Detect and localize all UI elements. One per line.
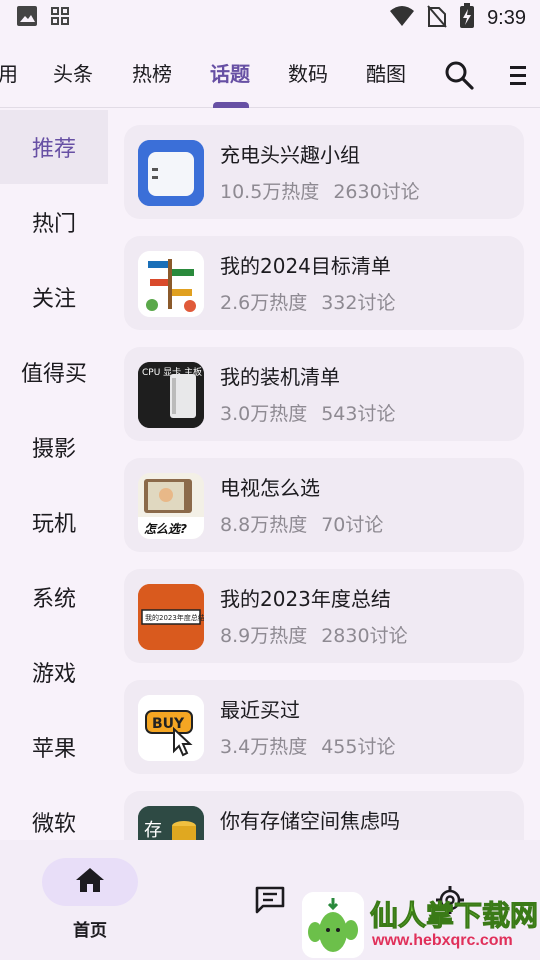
topic-list: 充电头兴趣小组 10.5万热度 2630讨论 我的2024目标清单 2.6万热度 3… <box>108 110 540 840</box>
wifi-icon <box>389 5 415 31</box>
topic-title: 最近买过 <box>220 698 300 722</box>
sidebar-item-photography[interactable]: 摄影 <box>0 410 108 484</box>
svg-text:存: 存 <box>144 820 162 840</box>
topic-stats: 10.5万热度 2630讨论 <box>220 181 420 203</box>
sidebar-item-games[interactable]: 游戏 <box>0 635 108 709</box>
topic-title: 充电头兴趣小组 <box>220 143 360 167</box>
topic-stats: 8.8万热度 70讨论 <box>220 514 384 536</box>
topic-title: 电视怎么选 <box>220 476 320 500</box>
sidebar-item-system[interactable]: 系统 <box>0 560 108 634</box>
tab-partial[interactable]: 用 <box>0 56 18 92</box>
topic-card[interactable]: 怎么选? 电视怎么选 8.8万热度 70讨论 <box>124 458 524 552</box>
topic-stats: 8.9万热度 2830讨论 <box>220 625 408 647</box>
cactus-logo-icon <box>302 892 364 958</box>
sidebar-item-popular[interactable]: 热门 <box>0 185 108 259</box>
message-icon[interactable] <box>254 884 286 916</box>
topic-card[interactable]: 存 你有存储空间焦虑吗 <box>124 791 524 840</box>
tab-digital[interactable]: 数码 <box>288 56 328 92</box>
home-icon <box>75 866 105 898</box>
tab-hot-list[interactable]: 热榜 <box>132 56 172 92</box>
pc-build-thumbnail: CPU 显卡 主板 内存 硬盘 <box>138 362 204 428</box>
topic-card[interactable]: CPU 显卡 主板 内存 硬盘 我的装机清单 3.0万热度543讨论 <box>124 347 524 441</box>
image-icon <box>16 5 38 31</box>
topic-card[interactable]: 充电头兴趣小组 10.5万热度 2630讨论 <box>124 125 524 219</box>
sidebar-item-worth-buying[interactable]: 值得买 <box>0 335 108 409</box>
charger-thumbnail <box>138 140 204 206</box>
topic-card[interactable]: 我的2024目标清单 2.6万热度 332讨论 <box>124 236 524 330</box>
no-sim-icon <box>427 4 447 32</box>
buy-thumbnail: BUY <box>138 695 204 761</box>
active-tab-indicator <box>213 102 249 108</box>
tab-headlines[interactable]: 头条 <box>53 56 93 92</box>
svg-text:怎么选?: 怎么选? <box>144 522 187 536</box>
nav-home-button[interactable] <box>42 858 138 906</box>
sidebar-item-apple[interactable]: 苹果 <box>0 710 108 784</box>
topic-title: 我的2024目标清单 <box>220 254 391 278</box>
status-time: 9:39 <box>487 6 526 29</box>
storage-thumbnail: 存 <box>138 806 204 840</box>
topic-title: 你有存储空间焦虑吗 <box>220 809 400 833</box>
tv-thumbnail: 怎么选? <box>138 473 204 539</box>
sidebar-item-recommended[interactable]: 推荐 <box>0 110 108 184</box>
battery-charging-icon <box>459 3 475 33</box>
status-bar: 9:39 <box>0 0 540 36</box>
tab-menu-icon[interactable] <box>504 61 528 89</box>
svg-text:BUY: BUY <box>152 716 185 732</box>
topic-title: 我的2023年度总结 <box>220 587 391 611</box>
sidebar-item-gadgets[interactable]: 玩机 <box>0 485 108 559</box>
goals-thumbnail <box>138 251 204 317</box>
top-tab-bar: 用 头条 热榜 话题 数码 酷图 <box>0 48 540 108</box>
tab-topics[interactable]: 话题 <box>210 56 250 92</box>
search-icon[interactable] <box>443 59 475 91</box>
watermark-url: www.hebxqrc.com <box>372 932 513 949</box>
svg-text:我的2023年度总结: 我的2023年度总结 <box>145 613 204 622</box>
topic-stats: 3.0万热度 543讨论 <box>220 403 396 425</box>
apps-grid-icon <box>50 6 70 30</box>
site-watermark: 仙人掌下载网 www.hebxqrc.com <box>300 892 539 958</box>
topic-title: 我的装机清单 <box>220 365 340 389</box>
nav-home-label[interactable]: 首页 <box>42 916 138 941</box>
topic-stats: 3.4万热度 455讨论 <box>220 736 396 758</box>
tab-cool-pics[interactable]: 酷图 <box>366 56 406 92</box>
topic-card[interactable]: BUY 最近买过 3.4万热度 455讨论 <box>124 680 524 774</box>
year-summary-thumbnail: 我的2023年度总结 <box>138 584 204 650</box>
category-sidebar: 推荐 热门 关注 值得买 摄影 玩机 系统 游戏 苹果 微软 <box>0 110 108 840</box>
topic-stats: 2.6万热度 332讨论 <box>220 292 396 314</box>
sidebar-item-following[interactable]: 关注 <box>0 260 108 334</box>
watermark-title: 仙人掌下载网 <box>369 899 539 933</box>
topic-card[interactable]: 我的2023年度总结 我的2023年度总结 8.9万热度 2830讨论 <box>124 569 524 663</box>
